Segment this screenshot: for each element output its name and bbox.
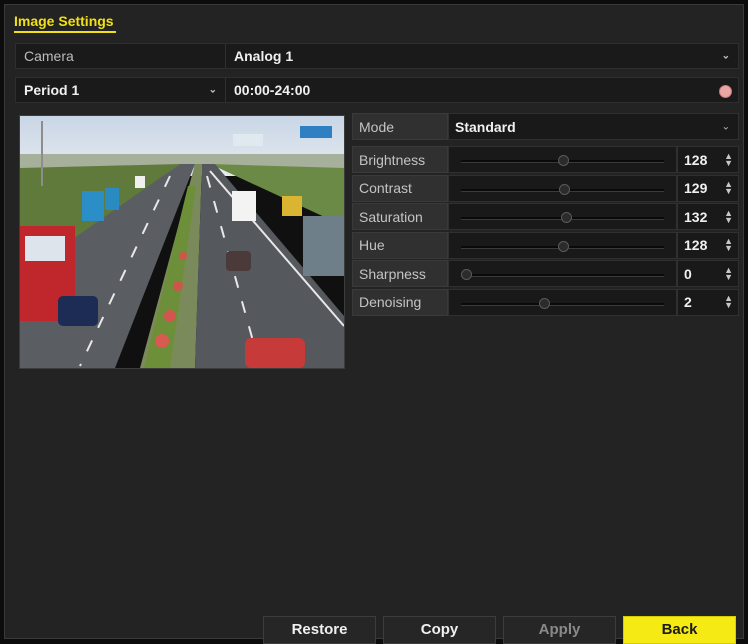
clock-icon[interactable] <box>719 85 732 98</box>
back-button[interactable]: Back <box>623 616 736 644</box>
page-title: Image Settings <box>14 11 116 33</box>
hue-slider[interactable] <box>448 231 677 259</box>
camera-value: Analog 1 <box>234 48 294 64</box>
mode-select[interactable]: Standard ⌄ <box>448 113 739 140</box>
slider-value: 129 <box>684 180 708 196</box>
slider-handle[interactable] <box>561 212 573 223</box>
spinner-arrows-icon[interactable]: ▲ ▼ <box>724 265 733 281</box>
slider-label: Sharpness <box>352 260 448 287</box>
contrast-value-spinner[interactable]: 129 ▲ ▼ <box>677 174 739 202</box>
slider-label: Saturation <box>352 203 448 230</box>
slider-label: Contrast <box>352 174 448 202</box>
slider-value: 132 <box>684 208 708 225</box>
slider-row-denoising: Denoising 2 ▲ ▼ <box>352 288 739 316</box>
slider-label: Brightness <box>352 146 448 173</box>
period-select[interactable]: Period 1 ⌄ <box>16 78 226 102</box>
slider-label: Denoising <box>352 288 448 316</box>
slider-handle[interactable] <box>461 269 472 280</box>
sharpness-value-spinner[interactable]: 0 ▲ ▼ <box>677 260 739 287</box>
image-settings-window: Image Settings Camera Analog 1 ⌄ Period … <box>4 4 744 644</box>
spinner-arrows-icon[interactable]: ▲ ▼ <box>724 208 733 224</box>
restore-button[interactable]: Restore <box>263 616 376 644</box>
slider-value: 128 <box>684 151 708 168</box>
sharpness-slider[interactable] <box>448 260 677 287</box>
denoising-slider[interactable] <box>448 288 677 316</box>
spinner-arrows-icon[interactable]: ▲ ▼ <box>724 151 733 167</box>
slider-handle[interactable] <box>559 183 571 195</box>
period-row: Period 1 ⌄ 00:00-24:00 <box>15 77 739 103</box>
slider-handle[interactable] <box>558 240 569 252</box>
slider-row-sharpness: Sharpness 0 ▲ ▼ <box>352 260 739 287</box>
hue-value-spinner[interactable]: 128 ▲ ▼ <box>677 231 739 259</box>
period-value: Period 1 <box>24 82 80 98</box>
slider-value: 0 <box>684 265 692 282</box>
spinner-arrows-icon[interactable]: ▲ ▼ <box>724 180 733 196</box>
chevron-down-icon: ⌄ <box>721 121 730 132</box>
denoising-value-spinner[interactable]: 2 ▲ ▼ <box>677 288 739 316</box>
mode-value: Standard <box>455 118 516 135</box>
spinner-arrows-icon[interactable]: ▲ ▼ <box>724 294 733 310</box>
slider-track <box>461 302 664 305</box>
slider-label: Hue <box>352 231 448 259</box>
brightness-value-spinner[interactable]: 128 ▲ ▼ <box>677 146 739 173</box>
slider-row-contrast: Contrast 129 ▲ ▼ <box>352 174 739 202</box>
chevron-down-icon: ⌄ <box>721 50 730 62</box>
camera-label: Camera <box>16 44 226 68</box>
camera-row: Camera Analog 1 ⌄ <box>15 43 739 69</box>
camera-select[interactable]: Analog 1 ⌄ <box>226 44 738 68</box>
mode-row: Mode Standard ⌄ <box>352 113 739 140</box>
slider-track <box>461 274 664 276</box>
period-time: 00:00-24:00 <box>234 82 311 98</box>
apply-button[interactable]: Apply <box>503 616 616 644</box>
highway-scene <box>20 116 344 368</box>
slider-handle[interactable] <box>538 297 550 309</box>
slider-row-saturation: Saturation 132 ▲ ▼ <box>352 203 739 230</box>
contrast-slider[interactable] <box>448 174 677 202</box>
slider-row-brightness: Brightness 128 ▲ ▼ <box>352 146 739 173</box>
period-time-field[interactable]: 00:00-24:00 <box>226 78 738 102</box>
saturation-value-spinner[interactable]: 132 ▲ ▼ <box>677 203 739 230</box>
slider-row-hue: Hue 128 ▲ ▼ <box>352 231 739 259</box>
copy-button[interactable]: Copy <box>383 616 496 644</box>
spinner-arrows-icon[interactable]: ▲ ▼ <box>724 237 733 253</box>
chevron-down-icon: ⌄ <box>208 84 217 96</box>
mode-label: Mode <box>352 113 448 140</box>
brightness-slider[interactable] <box>448 146 677 173</box>
slider-handle[interactable] <box>558 155 569 166</box>
slider-value: 2 <box>684 294 692 310</box>
saturation-slider[interactable] <box>448 203 677 230</box>
camera-preview-image <box>19 115 345 369</box>
slider-value: 128 <box>684 237 708 253</box>
